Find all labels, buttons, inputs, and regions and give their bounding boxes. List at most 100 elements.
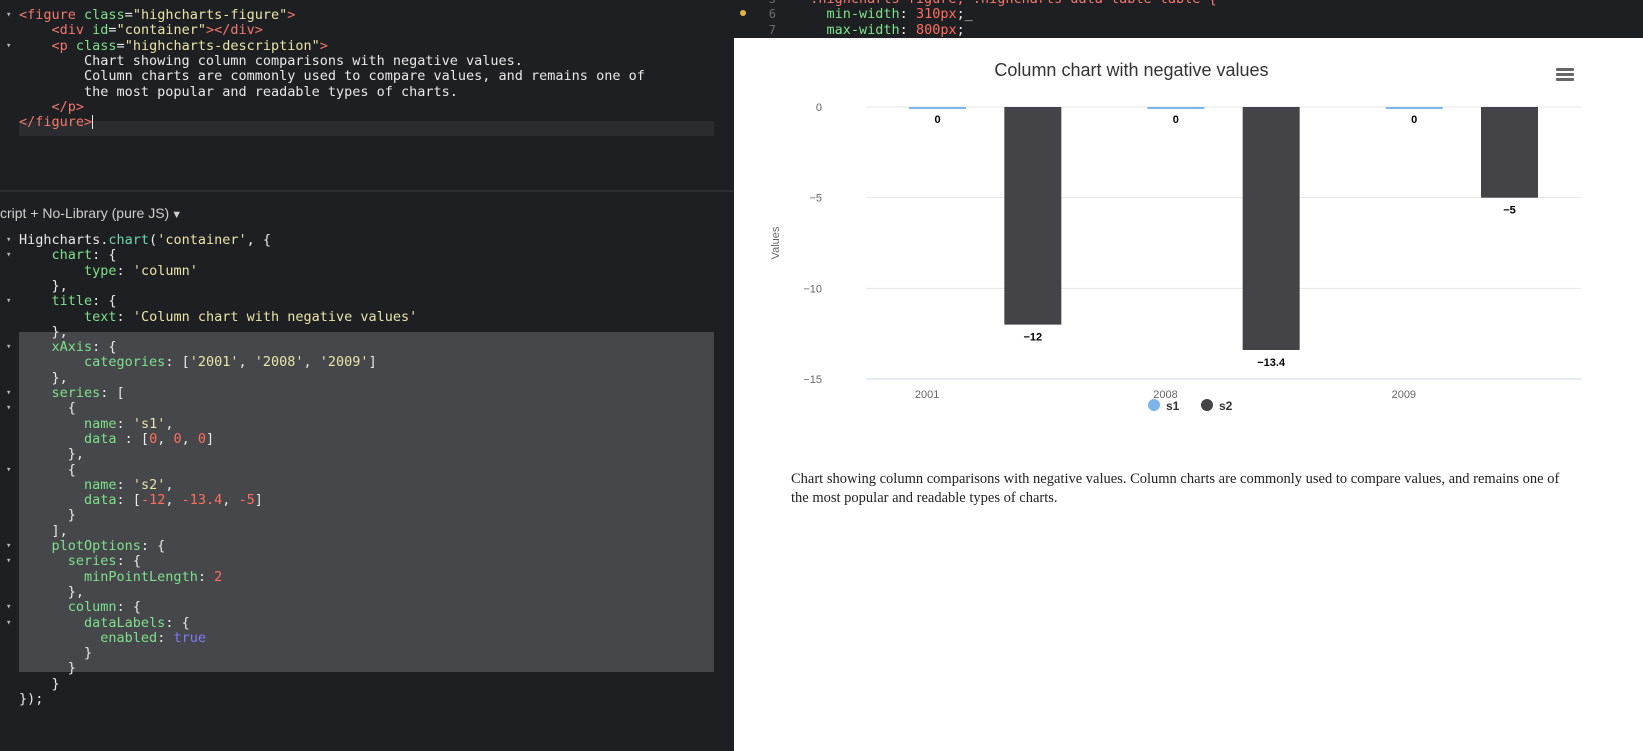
fold-arrow-icon[interactable]: ▾ xyxy=(6,538,18,554)
code-text: title: { xyxy=(51,293,117,310)
code-text: <p class="highcharts-description"> xyxy=(51,37,328,54)
js-code-line[interactable]: ▾ series: [ xyxy=(0,385,734,401)
code-text: name: 's2', xyxy=(84,476,174,493)
js-code-line[interactable]: } xyxy=(0,507,734,523)
css-editor-pane[interactable]: 5 .highcharts-figure, .highcharts-data-t… xyxy=(734,0,1643,38)
chart-svg: 0−5−10−15Values20010−1220080−13.420090−5… xyxy=(770,102,1581,413)
js-code-line[interactable]: enabled: true xyxy=(0,630,734,646)
html-code-line[interactable]: </p> xyxy=(0,99,734,115)
column-bar-s1 xyxy=(909,107,966,109)
html-code-line[interactable]: </figure> xyxy=(0,114,734,130)
legend-symbol-s1 xyxy=(1148,399,1160,411)
text-cursor xyxy=(92,115,94,130)
js-editor-pane[interactable]: ▾ Highcharts.chart('container', {▾ chart:… xyxy=(0,232,734,751)
js-code-line[interactable]: data: [-12, -13.4, -5] xyxy=(0,492,734,508)
fold-arrow-icon[interactable]: ▾ xyxy=(6,599,18,615)
fold-arrow-icon[interactable]: ▾ xyxy=(6,339,18,355)
js-code-line[interactable]: }, xyxy=(0,446,734,462)
fold-arrow-icon[interactable]: ▾ xyxy=(6,7,18,23)
fold-arrow-icon[interactable]: ▾ xyxy=(6,293,18,309)
js-code-line[interactable]: }, xyxy=(0,278,734,294)
js-code-line[interactable]: } xyxy=(0,645,734,661)
code-text: plotOptions: { xyxy=(51,538,166,554)
js-code-line[interactable]: name: 's2', xyxy=(0,477,734,493)
column-bar-s2 xyxy=(1242,107,1300,350)
js-code-line[interactable]: name: 's1', xyxy=(0,416,734,432)
code-text: <div id="container"></div> xyxy=(51,22,263,39)
html-code-line[interactable]: ▾ <p class="highcharts-description"> xyxy=(0,38,734,54)
fold-arrow-icon[interactable]: ▾ xyxy=(6,400,18,416)
code-text: series: [ xyxy=(51,385,125,401)
code-text: chart: { xyxy=(51,247,117,264)
html-code-line[interactable]: ▾ <figure class="highcharts-figure"> xyxy=(0,7,734,23)
css-code-line[interactable]: 6 min-width: 310px;_ xyxy=(734,6,1643,22)
js-code-line[interactable]: ▾ { xyxy=(0,400,734,416)
js-code-line[interactable]: ▾ dataLabels: { xyxy=(0,615,734,631)
js-code-line[interactable]: categories: ['2001', '2008', '2009'] xyxy=(0,354,734,370)
fold-arrow-icon[interactable]: ▾ xyxy=(6,232,18,248)
code-text: } xyxy=(19,507,76,524)
js-code-line[interactable]: }); xyxy=(0,691,734,707)
x-tick-label: 2009 xyxy=(1392,389,1416,401)
js-code-line[interactable]: ▾ series: { xyxy=(0,553,734,569)
code-text: } xyxy=(19,675,60,692)
code-text: Highcharts.chart('container', { xyxy=(19,232,271,248)
legend-item-s2[interactable]: s2 xyxy=(1219,399,1233,413)
line-number: 6 xyxy=(768,7,776,22)
js-code-line[interactable]: }, xyxy=(0,584,734,600)
pane-divider[interactable] xyxy=(0,190,734,192)
code-text: enabled: true xyxy=(100,629,206,646)
code-text: type: 'column' xyxy=(84,262,198,279)
code-text: categories: ['2001', '2008', '2009'] xyxy=(84,354,377,371)
js-code-line[interactable]: ▾ xAxis: { xyxy=(0,339,734,355)
y-tick-label: −5 xyxy=(809,193,822,205)
y-tick-label: −10 xyxy=(803,283,822,295)
html-code-line[interactable]: Chart showing column comparisons with ne… xyxy=(0,53,734,69)
y-tick-label: 0 xyxy=(816,102,822,114)
html-code-line[interactable]: <div id="container"></div> xyxy=(0,22,734,38)
fold-arrow-icon[interactable]: ▾ xyxy=(6,385,18,401)
fold-arrow-icon[interactable]: ▾ xyxy=(6,615,18,631)
legend-item-s1[interactable]: s1 xyxy=(1166,399,1180,413)
column-bar-s1 xyxy=(1385,107,1443,109)
js-code-line[interactable]: }, xyxy=(0,324,734,340)
code-text: the most popular and readable types of c… xyxy=(19,83,458,100)
js-code-line[interactable]: minPointLength: 2 xyxy=(0,569,734,585)
code-text: minPointLength: 2 xyxy=(84,568,223,585)
fold-arrow-icon[interactable]: ▾ xyxy=(6,553,18,569)
fold-arrow-icon[interactable]: ▾ xyxy=(6,38,18,54)
js-code-line[interactable]: text: 'Column chart with negative values… xyxy=(0,309,734,325)
code-text: <figure class="highcharts-figure"> xyxy=(19,7,296,23)
chart-description: Chart showing column comparisons with ne… xyxy=(791,471,1560,506)
js-code-line[interactable]: ▾ title: { xyxy=(0,293,734,309)
code-text: Column charts are commonly used to compa… xyxy=(19,68,645,85)
html-code-line[interactable]: Column charts are commonly used to compa… xyxy=(0,68,734,84)
js-code-line[interactable]: }, xyxy=(0,370,734,386)
x-tick-label: 2001 xyxy=(915,389,939,401)
js-code-line[interactable]: ▾ { xyxy=(0,462,734,478)
code-editor[interactable]: ▾ <figure class="highcharts-figure"> <div… xyxy=(0,0,734,751)
code-text: }, xyxy=(19,323,68,340)
css-code-line[interactable]: 7 max-width: 800px; xyxy=(734,22,1643,38)
data-label: −12 xyxy=(1023,332,1042,344)
code-text: } xyxy=(19,660,76,677)
js-code-line[interactable]: type: 'column' xyxy=(0,263,734,279)
js-code-line[interactable]: ▾ Highcharts.chart('container', { xyxy=(0,232,734,248)
html-code-line[interactable]: the most popular and readable types of c… xyxy=(0,84,734,100)
fold-arrow-icon[interactable]: ▾ xyxy=(6,462,18,478)
html-editor-pane[interactable]: ▾ <figure class="highcharts-figure"> <div… xyxy=(0,0,734,190)
js-code-line[interactable]: ▾ column: { xyxy=(0,599,734,615)
caret-down-icon: ▼ xyxy=(171,209,183,221)
js-code-line[interactable]: ], xyxy=(0,523,734,539)
js-code-line[interactable]: } xyxy=(0,676,734,692)
y-axis-title: Values xyxy=(770,226,782,259)
code-text: } xyxy=(19,645,93,662)
js-code-line[interactable]: ▾ chart: { xyxy=(0,247,734,263)
js-language-selector[interactable]: cript + No-Library (pure JS) ▼ xyxy=(0,200,182,226)
data-label: −13.4 xyxy=(1257,357,1286,369)
fold-arrow-icon[interactable]: ▾ xyxy=(6,247,18,263)
code-text: }, xyxy=(19,583,85,600)
js-code-line[interactable]: data : [0, 0, 0] xyxy=(0,431,734,447)
js-code-line[interactable]: } xyxy=(0,660,734,676)
js-code-line[interactable]: ▾ plotOptions: { xyxy=(0,538,734,554)
